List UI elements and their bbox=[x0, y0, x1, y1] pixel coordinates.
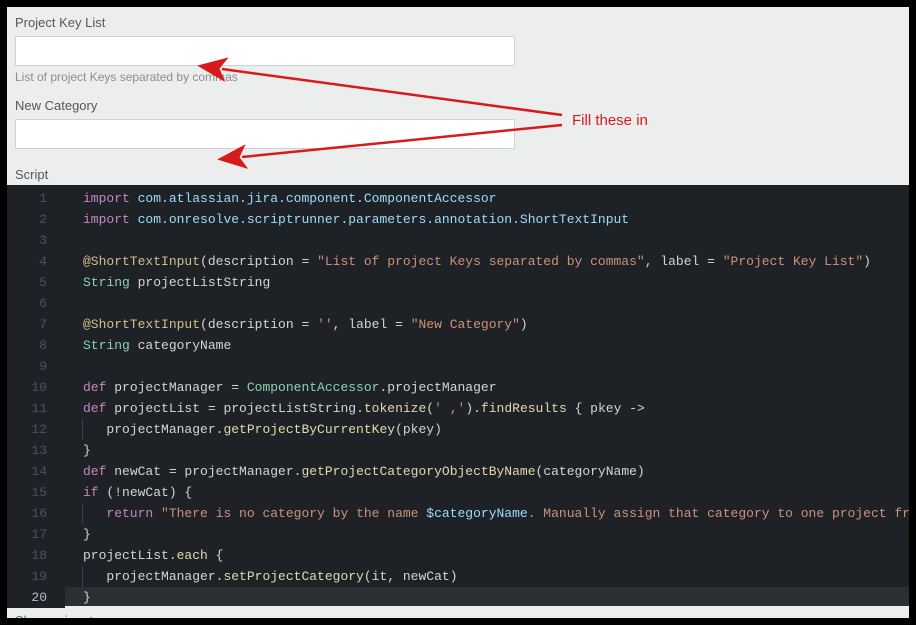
gutter-line-number: 11 bbox=[7, 398, 65, 419]
gutter-line-number: 2 bbox=[7, 209, 65, 230]
code-line[interactable]: } bbox=[83, 524, 909, 545]
show-snippets-label: Show snippets bbox=[15, 613, 100, 619]
gutter-line-number: 12 bbox=[7, 419, 65, 440]
code-line[interactable]: projectList.each { bbox=[83, 545, 909, 566]
gutter-line-number: 18 bbox=[7, 545, 65, 566]
code-line[interactable]: def projectManager = ComponentAccessor.p… bbox=[83, 377, 909, 398]
code-line[interactable]: def newCat = projectManager.getProjectCa… bbox=[83, 461, 909, 482]
code-line[interactable] bbox=[83, 293, 909, 314]
gutter-line-number: 6 bbox=[7, 293, 65, 314]
gutter-line-number: 14 bbox=[7, 461, 65, 482]
gutter-line-number: 8 bbox=[7, 335, 65, 356]
code-line[interactable] bbox=[83, 230, 909, 251]
gutter-line-number: 17 bbox=[7, 524, 65, 545]
gutter-line-number: 15 bbox=[7, 482, 65, 503]
code-line[interactable]: @ShortTextInput(description = '', label … bbox=[83, 314, 909, 335]
script-label: Script bbox=[7, 167, 909, 185]
gutter-line-number: 4 bbox=[7, 251, 65, 272]
gutter-line-number: 19 bbox=[7, 566, 65, 587]
code-line[interactable]: import com.atlassian.jira.component.Comp… bbox=[83, 188, 909, 209]
annotation-text: Fill these in bbox=[572, 112, 648, 129]
code-line[interactable]: String projectListString bbox=[83, 272, 909, 293]
gutter-line-number: 3 bbox=[7, 230, 65, 251]
code-line[interactable]: if (!newCat) { bbox=[83, 482, 909, 503]
code-line[interactable]: String categoryName bbox=[83, 335, 909, 356]
code-line[interactable]: projectManager.setProjectCategory(it, ne… bbox=[83, 566, 909, 587]
new-category-label: New Category bbox=[15, 98, 901, 113]
code-line[interactable]: @ShortTextInput(description = "List of p… bbox=[83, 251, 909, 272]
gutter-line-number: 5 bbox=[7, 272, 65, 293]
code-line[interactable]: } bbox=[83, 440, 909, 461]
gutter-line-number: 1 bbox=[7, 188, 65, 209]
expand-icon: ⌄ bbox=[104, 612, 115, 618]
gutter-line-number: 10 bbox=[7, 377, 65, 398]
gutter-line-number: 20 bbox=[7, 587, 65, 608]
gutter-line-number: 9 bbox=[7, 356, 65, 377]
code-editor[interactable]: 1234567891011121314151617181920 import c… bbox=[7, 185, 909, 606]
gutter-line-number: 13 bbox=[7, 440, 65, 461]
gutter-line-number: 7 bbox=[7, 314, 65, 335]
code-line[interactable]: import com.onresolve.scriptrunner.parame… bbox=[83, 209, 909, 230]
code-line[interactable]: def projectList = projectListString.toke… bbox=[83, 398, 909, 419]
code-line[interactable] bbox=[83, 356, 909, 377]
project-key-list-label: Project Key List bbox=[15, 15, 901, 30]
code-line[interactable]: projectManager.getProjectByCurrentKey(pk… bbox=[83, 419, 909, 440]
project-key-list-input[interactable] bbox=[15, 36, 515, 66]
new-category-input[interactable] bbox=[15, 119, 515, 149]
gutter-line-number: 16 bbox=[7, 503, 65, 524]
project-key-list-help: List of project Keys separated by commas bbox=[15, 70, 901, 84]
code-line[interactable]: return "There is no category by the name… bbox=[83, 503, 909, 524]
